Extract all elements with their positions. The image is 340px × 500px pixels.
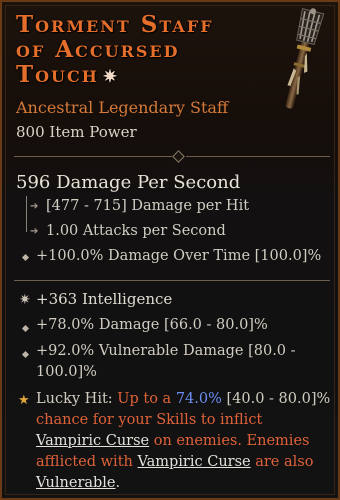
vulnerable-damage-affix: +92.0% Vulnerable Damage [80.0 - (36, 343, 296, 359)
title-line-2: of Accursed (16, 36, 180, 63)
arrow-icon: ➔ (30, 226, 39, 237)
vampiric-curse-link[interactable]: Vampiric Curse (137, 454, 250, 470)
item-type: Ancestral Legendary Staff (16, 98, 229, 117)
lucky-hit-value: 74.0% (175, 391, 222, 407)
vulnerable-damage-affix-cont: 100.0]% (36, 364, 97, 380)
damage-affix: +78.0% Damage [66.0 - 80.0]% (36, 317, 268, 333)
legendary-aspect-star-icon: ✷ (102, 67, 118, 87)
intelligence-affix: +363 Intelligence (36, 290, 173, 308)
intelligence-star-icon: ✷ (19, 292, 31, 308)
staff-icon (285, 7, 325, 109)
lucky-hit-affix: Lucky Hit: Up to a 74.0% [40.0 - 80.0]% … (36, 391, 331, 491)
stat-tree-connector (26, 196, 27, 232)
implicit-affix: +100.0% Damage Over Time [100.0]% (36, 248, 322, 264)
damage-per-hit: [477 - 715] Damage per Hit (46, 198, 250, 214)
attacks-per-second: 1.00 Attacks per Second (46, 223, 226, 239)
item-power: 800 Item Power (16, 123, 137, 141)
title-line-3: Touch ✷ (16, 61, 118, 88)
vampiric-curse-link[interactable]: Vampiric Curse (36, 433, 149, 449)
lucky-hit-star-icon: ★ (18, 393, 30, 408)
section-divider (14, 276, 330, 286)
item-title: Torment Staff of Accursed Touch ✷ (16, 12, 266, 90)
diamond-bullet-icon (21, 350, 30, 359)
title-line-1: Torment Staff (16, 11, 214, 38)
damage-per-second: 596 Damage Per Second (16, 172, 241, 193)
arrow-icon: ➔ (30, 201, 39, 212)
item-tooltip: Torment Staff of Accursed Touch ✷ Ancestr… (0, 0, 340, 500)
diamond-bullet-icon (21, 253, 30, 262)
vulnerable-link[interactable]: Vulnerable (36, 475, 116, 491)
section-divider (14, 150, 330, 163)
diamond-bullet-icon (21, 324, 30, 333)
